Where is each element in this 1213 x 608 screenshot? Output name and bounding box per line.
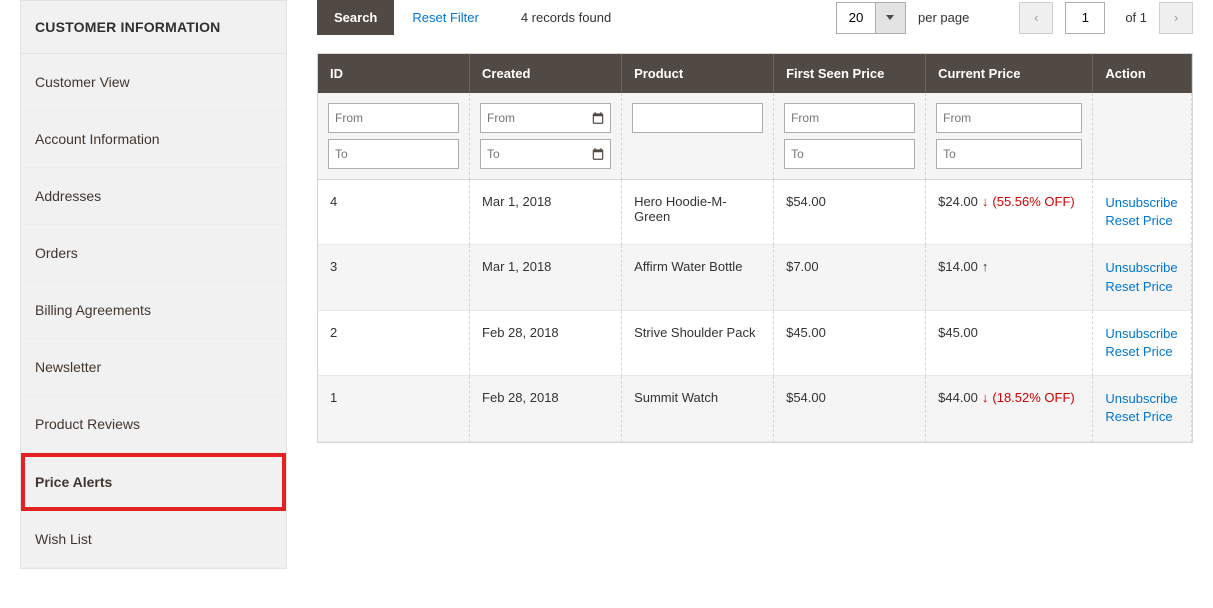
price-alerts-grid: ID Created Product First Seen Price Curr… xyxy=(317,53,1193,443)
cell-first-seen: $54.00 xyxy=(774,180,926,245)
main-content: Search Reset Filter 4 records found per … xyxy=(287,0,1193,569)
table-row: 4 Mar 1, 2018 Hero Hoodie-M-Green $54.00… xyxy=(318,180,1192,245)
cell-created: Feb 28, 2018 xyxy=(470,311,622,376)
discount-label: (18.52% OFF) xyxy=(992,390,1074,405)
cell-created: Mar 1, 2018 xyxy=(470,245,622,310)
search-button[interactable]: Search xyxy=(317,0,394,35)
cell-id: 2 xyxy=(318,311,470,376)
cell-first-seen: $45.00 xyxy=(774,311,926,376)
grid-toolbar: Search Reset Filter 4 records found per … xyxy=(317,0,1193,35)
sidebar-item-product-reviews[interactable]: Product Reviews xyxy=(21,396,286,453)
reset-price-link[interactable]: Reset Price xyxy=(1105,278,1179,296)
sidebar-item-newsletter[interactable]: Newsletter xyxy=(21,339,286,396)
pager: ‹ of 1 › xyxy=(1019,2,1193,34)
reset-filter-link[interactable]: Reset Filter xyxy=(412,10,478,25)
arrow-down-icon: ↓ xyxy=(982,390,989,405)
reset-price-link[interactable]: Reset Price xyxy=(1105,343,1179,361)
sidebar: CUSTOMER INFORMATION Customer View Accou… xyxy=(20,0,287,569)
col-header-action: Action xyxy=(1093,54,1192,93)
sidebar-item-addresses[interactable]: Addresses xyxy=(21,168,286,225)
cell-id: 4 xyxy=(318,180,470,245)
arrow-down-icon: ↓ xyxy=(982,194,989,209)
pager-total-label: of 1 xyxy=(1125,10,1147,25)
reset-price-link[interactable]: Reset Price xyxy=(1105,212,1179,230)
filter-row xyxy=(318,93,1192,180)
table-row: 1 Feb 28, 2018 Summit Watch $54.00 $44.0… xyxy=(318,376,1192,441)
cell-created: Feb 28, 2018 xyxy=(470,376,622,441)
records-found-label: 4 records found xyxy=(521,10,611,25)
unsubscribe-link[interactable]: Unsubscribe xyxy=(1105,259,1179,277)
cell-first-seen: $7.00 xyxy=(774,245,926,310)
cell-product: Affirm Water Bottle xyxy=(622,245,774,310)
cell-first-seen: $54.00 xyxy=(774,376,926,441)
filter-current-to[interactable] xyxy=(936,139,1082,169)
cell-current: $14.00↑ xyxy=(926,245,1093,310)
filter-first-seen-to[interactable] xyxy=(784,139,915,169)
col-header-product[interactable]: Product xyxy=(622,54,774,93)
unsubscribe-link[interactable]: Unsubscribe xyxy=(1105,325,1179,343)
sidebar-item-billing-agreements[interactable]: Billing Agreements xyxy=(21,282,286,339)
table-row: 3 Mar 1, 2018 Affirm Water Bottle $7.00 … xyxy=(318,245,1192,310)
sidebar-item-price-alerts[interactable]: Price Alerts xyxy=(21,453,286,511)
sidebar-item-customer-view[interactable]: Customer View xyxy=(21,54,286,111)
table-row: 2 Feb 28, 2018 Strive Shoulder Pack $45.… xyxy=(318,311,1192,376)
cell-id: 1 xyxy=(318,376,470,441)
cell-created: Mar 1, 2018 xyxy=(470,180,622,245)
chevron-down-icon xyxy=(886,15,894,20)
filter-id-from[interactable] xyxy=(328,103,459,133)
chevron-left-icon: ‹ xyxy=(1034,10,1038,25)
page-size-control xyxy=(836,2,906,34)
col-header-current-price[interactable]: Current Price xyxy=(926,54,1093,93)
pager-current-input[interactable] xyxy=(1065,2,1105,34)
per-page-label: per page xyxy=(918,10,969,25)
sidebar-item-orders[interactable]: Orders xyxy=(21,225,286,282)
cell-product: Summit Watch xyxy=(622,376,774,441)
discount-label: (55.56% OFF) xyxy=(992,194,1074,209)
filter-product[interactable] xyxy=(632,103,763,133)
chevron-right-icon: › xyxy=(1174,10,1178,25)
col-header-created[interactable]: Created xyxy=(470,54,622,93)
pager-next-button[interactable]: › xyxy=(1159,2,1193,34)
sidebar-title: CUSTOMER INFORMATION xyxy=(21,1,286,54)
filter-current-from[interactable] xyxy=(936,103,1082,133)
filter-id-to[interactable] xyxy=(328,139,459,169)
page-size-input[interactable] xyxy=(836,2,876,34)
sidebar-item-account-information[interactable]: Account Information xyxy=(21,111,286,168)
page-size-dropdown-button[interactable] xyxy=(876,2,906,34)
reset-price-link[interactable]: Reset Price xyxy=(1105,408,1179,426)
col-header-first-seen-price[interactable]: First Seen Price xyxy=(774,54,926,93)
cell-current: $45.00 xyxy=(926,311,1093,376)
filter-first-seen-from[interactable] xyxy=(784,103,915,133)
unsubscribe-link[interactable]: Unsubscribe xyxy=(1105,390,1179,408)
filter-created-from[interactable] xyxy=(480,103,611,133)
sidebar-item-wish-list[interactable]: Wish List xyxy=(21,511,286,568)
cell-current: $44.00↓(18.52% OFF) xyxy=(926,376,1093,441)
col-header-id[interactable]: ID xyxy=(318,54,470,93)
cell-id: 3 xyxy=(318,245,470,310)
pager-prev-button[interactable]: ‹ xyxy=(1019,2,1053,34)
cell-product: Strive Shoulder Pack xyxy=(622,311,774,376)
arrow-up-icon: ↑ xyxy=(982,259,989,274)
cell-product: Hero Hoodie-M-Green xyxy=(622,180,774,245)
filter-created-to[interactable] xyxy=(480,139,611,169)
unsubscribe-link[interactable]: Unsubscribe xyxy=(1105,194,1179,212)
cell-current: $24.00↓(55.56% OFF) xyxy=(926,180,1093,245)
